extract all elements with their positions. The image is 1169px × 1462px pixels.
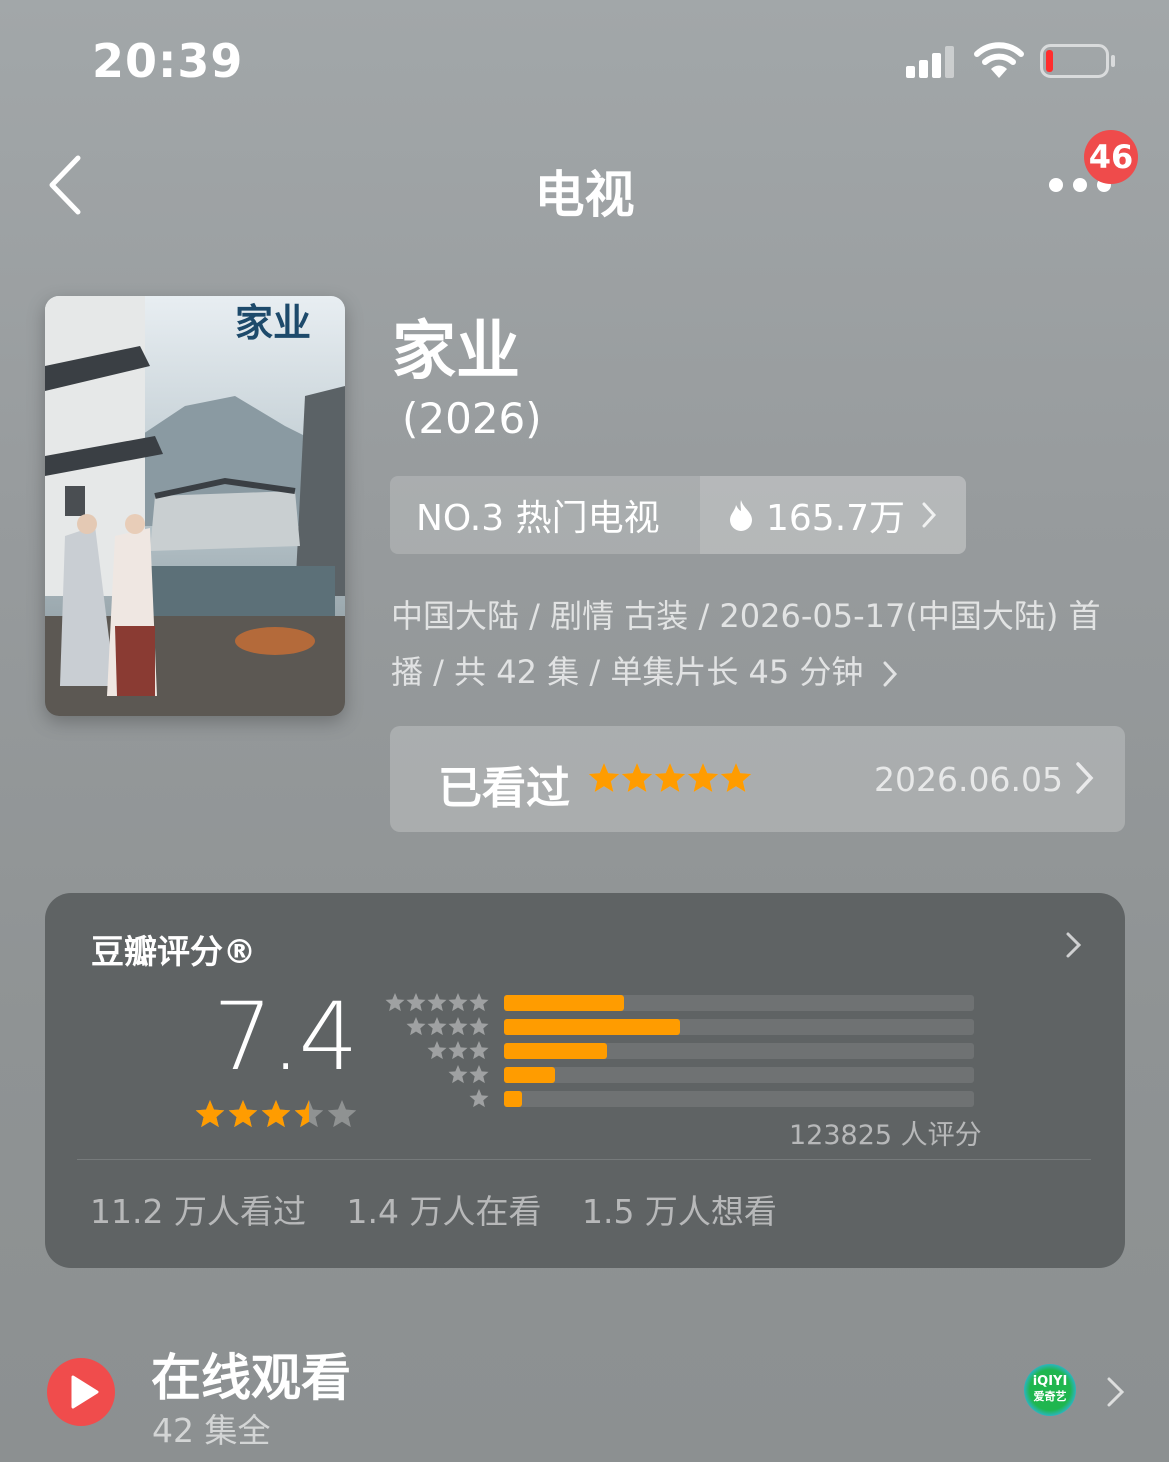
dist-bar-5: [504, 995, 624, 1011]
dist-bar-track: [504, 1019, 974, 1035]
poster-image[interactable]: 家业: [45, 296, 345, 716]
score-star-icon-filled: [228, 1100, 258, 1128]
dist-bar-1: [504, 1091, 522, 1107]
chevron-right-icon: [1065, 931, 1083, 959]
heat-button[interactable]: 165.7万: [700, 476, 966, 554]
rating-card-title: 豆瓣评分®: [91, 932, 256, 971]
dist-stars-4: [385, 1016, 489, 1038]
wish-count: 1.5 万人想看: [581, 1192, 777, 1231]
nav-title: 电视: [534, 166, 635, 224]
dist-bar-track: [504, 1043, 974, 1059]
dist-bar-3: [504, 1043, 608, 1059]
show-title: 家业: [392, 315, 520, 389]
chevron-right-icon: [882, 660, 898, 688]
score-star-icon-filled: [261, 1100, 291, 1128]
iqiyi-logo-cn: 爱奇艺: [1033, 1390, 1067, 1403]
dist-stars-5: [385, 992, 489, 1014]
score-star-icon-filled: [195, 1100, 225, 1128]
chevron-right-icon: [921, 501, 937, 529]
douban-rating-card[interactable]: 豆瓣评分® 7.4 123825 人评分 11.2 万人看过 1.4 万人在看 …: [45, 893, 1125, 1268]
my-star-icon-filled: [588, 763, 620, 792]
dist-star-icon: [469, 1041, 489, 1060]
iqiyi-logo-icon[interactable]: iQIYI 爱奇艺: [1024, 1364, 1076, 1416]
watching-count: 1.4 万人在看: [346, 1192, 542, 1231]
watch-stats: 11.2 万人看过 1.4 万人在看 1.5 万人想看: [90, 1185, 807, 1233]
status-time: 20:39: [92, 34, 244, 88]
dist-star-icon: [469, 1017, 489, 1036]
my-star-icon-filled: [621, 763, 653, 792]
watched-count: 11.2 万人看过: [90, 1192, 306, 1231]
score-star-icon: [327, 1100, 357, 1128]
show-year: (2026): [402, 394, 542, 443]
iqiyi-logo-text: iQIYI: [1032, 1374, 1068, 1389]
cellular-signal-icon: [906, 46, 958, 78]
battery-low-icon: [1040, 44, 1116, 78]
dist-star-icon: [448, 1017, 468, 1036]
dist-star-icon: [448, 1065, 468, 1084]
dist-stars-2: [385, 1064, 489, 1086]
dist-star-icon: [469, 1065, 489, 1084]
dist-star-icon: [448, 993, 468, 1012]
dist-bar-track: [504, 1091, 974, 1107]
chevron-right-icon[interactable]: [1106, 1376, 1126, 1408]
watched-status-button[interactable]: 已看过 2026.06.05: [390, 726, 1125, 832]
play-icon[interactable]: [47, 1358, 115, 1426]
watched-date: 2026.06.05: [874, 760, 1063, 799]
notification-badge: 46: [1084, 130, 1138, 184]
dist-star-icon: [385, 993, 405, 1012]
dist-bar-4: [504, 1019, 681, 1035]
dist-star-icon: [427, 993, 447, 1012]
flame-icon: [728, 499, 754, 531]
dist-star-icon: [469, 1089, 489, 1108]
my-star-icon-filled: [720, 763, 752, 792]
dist-star-icon: [427, 1041, 447, 1060]
heat-value: 165.7万: [766, 498, 906, 539]
dist-bar-track: [504, 1067, 974, 1083]
meta-text: 中国大陆 / 剧情 古装 / 2026-05-17(中国大陆) 首播 / 共 4…: [391, 597, 1101, 691]
episodes-status: 42 集全: [152, 1411, 271, 1450]
show-meta-info[interactable]: 中国大陆 / 剧情 古装 / 2026-05-17(中国大陆) 首播 / 共 4…: [391, 588, 1131, 700]
dist-star-icon: [406, 1017, 426, 1036]
dist-star-icon: [427, 1017, 447, 1036]
dist-bar-track: [504, 995, 974, 1011]
divider: [77, 1159, 1091, 1160]
rank-label[interactable]: NO.3 热门电视: [390, 476, 700, 554]
watched-label: 已看过: [438, 763, 570, 814]
dist-stars-1: [385, 1088, 489, 1110]
dist-stars-3: [385, 1040, 489, 1062]
rating-score: 7.4: [213, 983, 358, 1092]
score-stars: [195, 1099, 359, 1131]
wifi-icon: [974, 40, 1024, 80]
my-star-icon-filled: [687, 763, 719, 792]
dist-star-icon: [469, 993, 489, 1012]
rank-heat-box[interactable]: NO.3 热门电视 165.7万: [390, 476, 966, 554]
poster-title-text: 家业: [235, 300, 311, 345]
dist-star-icon: [406, 993, 426, 1012]
dist-star-icon: [448, 1041, 468, 1060]
online-watch-title[interactable]: 在线观看: [151, 1338, 351, 1410]
my-star-icon-filled: [654, 763, 686, 792]
dist-bar-2: [504, 1067, 555, 1083]
chevron-right-icon: [1074, 760, 1096, 796]
my-rating-stars: [588, 762, 752, 796]
raters-count: 123825 人评分: [789, 1120, 982, 1151]
